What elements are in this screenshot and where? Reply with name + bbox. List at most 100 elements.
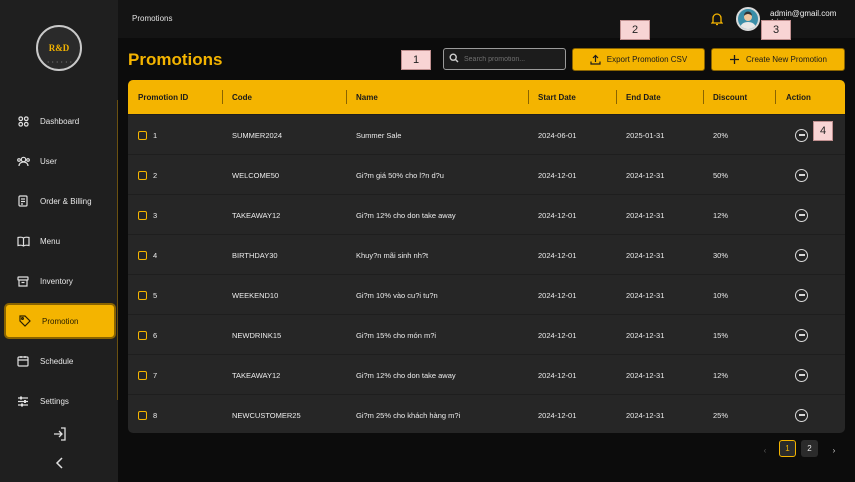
table-row[interactable]: 8 NEWCUSTOMER25 Gi?m 25% cho khách hàng … [128, 394, 845, 433]
row-end-date: 2025-01-31 [626, 130, 665, 140]
row-code: WEEKEND10 [232, 290, 279, 300]
pagination-prev[interactable]: ‹ [758, 440, 772, 460]
row-start-date: 2024-12-01 [538, 330, 577, 340]
row-checkbox[interactable] [138, 410, 147, 420]
search-box[interactable] [443, 48, 566, 70]
table-row[interactable]: 2 WELCOME50 Gi?m giá 50% cho l?n d?u 202… [128, 154, 845, 194]
column-header-discount[interactable]: Discount [713, 80, 747, 114]
row-id: 4 [153, 250, 158, 260]
table-row[interactable]: 4 BIRTHDAY30 Khuy?n mãi sinh nh?t 2024-1… [128, 234, 845, 274]
sidebar-item-promotion[interactable]: Promotion [4, 303, 116, 339]
row-id-cell: 7 [138, 355, 157, 395]
column-header-end-date[interactable]: End Date [626, 80, 661, 114]
column-header-id[interactable]: Promotion ID [138, 80, 188, 114]
row-start-date: 2024-12-01 [538, 410, 577, 420]
row-id: 1 [153, 130, 158, 140]
row-discount: 50% [713, 170, 729, 180]
remove-circle-icon[interactable] [795, 288, 808, 302]
search-input[interactable] [464, 55, 559, 63]
remove-circle-icon[interactable] [795, 208, 808, 222]
row-discount: 20% [713, 130, 729, 140]
row-end-date: 2024-12-31 [626, 370, 665, 380]
remove-circle-icon[interactable] [795, 328, 808, 342]
create-promotion-button[interactable]: Create New Promotion [711, 48, 845, 71]
pagination-next[interactable]: › [827, 440, 841, 460]
sidebar-item-menu[interactable]: Menu [4, 223, 116, 259]
table-row[interactable]: 6 NEWDRINK15 Gi?m 15% cho món m?i 2024-1… [128, 314, 845, 354]
row-name: Gi?m 10% vào cu?i tu?n [356, 290, 438, 300]
remove-circle-icon[interactable] [795, 128, 808, 142]
row-checkbox[interactable] [138, 130, 147, 140]
column-header-action: Action [786, 92, 811, 102]
sidebar-item-user[interactable]: User [4, 143, 116, 179]
brand-logo[interactable]: R&D [36, 25, 82, 71]
row-id: 7 [153, 370, 158, 380]
sidebar-item-inventory[interactable]: Inventory [4, 263, 116, 299]
pagination-page-1[interactable]: 1 [779, 440, 796, 457]
sidebar-item-dashboard[interactable]: Dashboard [4, 103, 116, 139]
user-email: admin@gmail.com [770, 9, 837, 18]
row-checkbox[interactable] [138, 210, 147, 220]
row-checkbox[interactable] [138, 170, 147, 180]
row-id-cell: 8 [138, 395, 157, 433]
row-checkbox[interactable] [138, 290, 147, 300]
table-row[interactable]: 5 WEEKEND10 Gi?m 10% vào cu?i tu?n 2024-… [128, 274, 845, 314]
sidebar-item-label: Schedule [40, 356, 74, 366]
pagination-page-2[interactable]: 2 [801, 440, 818, 457]
column-header-start-date[interactable]: Start Date [538, 80, 576, 114]
sidebar-item-schedule[interactable]: Schedule [4, 343, 116, 379]
sidebar-item-label: Order & Billing [40, 196, 92, 206]
row-end-date: 2024-12-31 [626, 410, 665, 420]
row-name: Gi?m 15% cho món m?i [356, 330, 437, 340]
row-code: TAKEAWAY12 [232, 370, 281, 380]
row-end-date: 2024-12-31 [626, 170, 665, 180]
remove-circle-icon[interactable] [795, 408, 808, 422]
grid-icon [16, 114, 30, 128]
remove-circle-icon[interactable] [795, 168, 808, 182]
row-action-cell [795, 195, 808, 235]
table-row[interactable]: 1 SUMMER2024 Summer Sale 2024-06-01 2025… [128, 114, 845, 154]
export-button-label: Export Promotion CSV [606, 55, 688, 64]
row-code: BIRTHDAY30 [232, 250, 278, 260]
row-checkbox[interactable] [138, 330, 147, 340]
bell-icon[interactable] [710, 12, 724, 26]
row-checkbox[interactable] [138, 250, 147, 260]
row-start-date: 2024-12-01 [538, 170, 577, 180]
chevron-left-icon[interactable] [52, 455, 68, 471]
breadcrumb: Promotions [132, 14, 173, 23]
logo-text: R&D [48, 43, 70, 53]
column-divider [528, 90, 529, 104]
column-header-name[interactable]: Name [356, 80, 378, 114]
avatar[interactable] [736, 7, 760, 31]
remove-circle-icon[interactable] [795, 248, 808, 262]
row-start-date: 2024-06-01 [538, 130, 577, 140]
sidebar-item-label: Dashboard [40, 116, 80, 126]
logout-icon[interactable] [52, 426, 68, 442]
row-id: 8 [153, 410, 158, 420]
row-id: 6 [153, 330, 158, 340]
row-code: WELCOME50 [232, 170, 280, 180]
row-id-cell: 6 [138, 315, 157, 355]
row-code: NEWDRINK15 [232, 330, 282, 340]
column-header-code[interactable]: Code [232, 80, 252, 114]
row-id-cell: 3 [138, 195, 157, 235]
row-checkbox[interactable] [138, 370, 147, 380]
column-divider [703, 90, 704, 104]
row-code: SUMMER2024 [232, 130, 283, 140]
book-icon [16, 234, 30, 248]
row-end-date: 2024-12-31 [626, 290, 665, 300]
row-discount: 15% [713, 330, 729, 340]
row-name: Khuy?n mãi sinh nh?t [356, 250, 429, 260]
sidebar-item-settings[interactable]: Settings [4, 383, 116, 419]
row-id: 5 [153, 290, 158, 300]
calendar-icon [16, 354, 30, 368]
row-action-cell [795, 115, 808, 155]
remove-circle-icon[interactable] [795, 368, 808, 382]
page-title: Promotions [128, 50, 223, 69]
export-csv-button[interactable]: Export Promotion CSV [572, 48, 705, 71]
column-divider [346, 90, 347, 104]
table-row[interactable]: 7 TAKEAWAY12 Gi?m 12% cho don take away … [128, 354, 845, 394]
sidebar-item-order-billing[interactable]: Order & Billing [4, 183, 116, 219]
row-code: NEWCUSTOMER25 [232, 410, 301, 420]
table-row[interactable]: 3 TAKEAWAY12 Gi?m 12% cho don take away … [128, 194, 845, 234]
